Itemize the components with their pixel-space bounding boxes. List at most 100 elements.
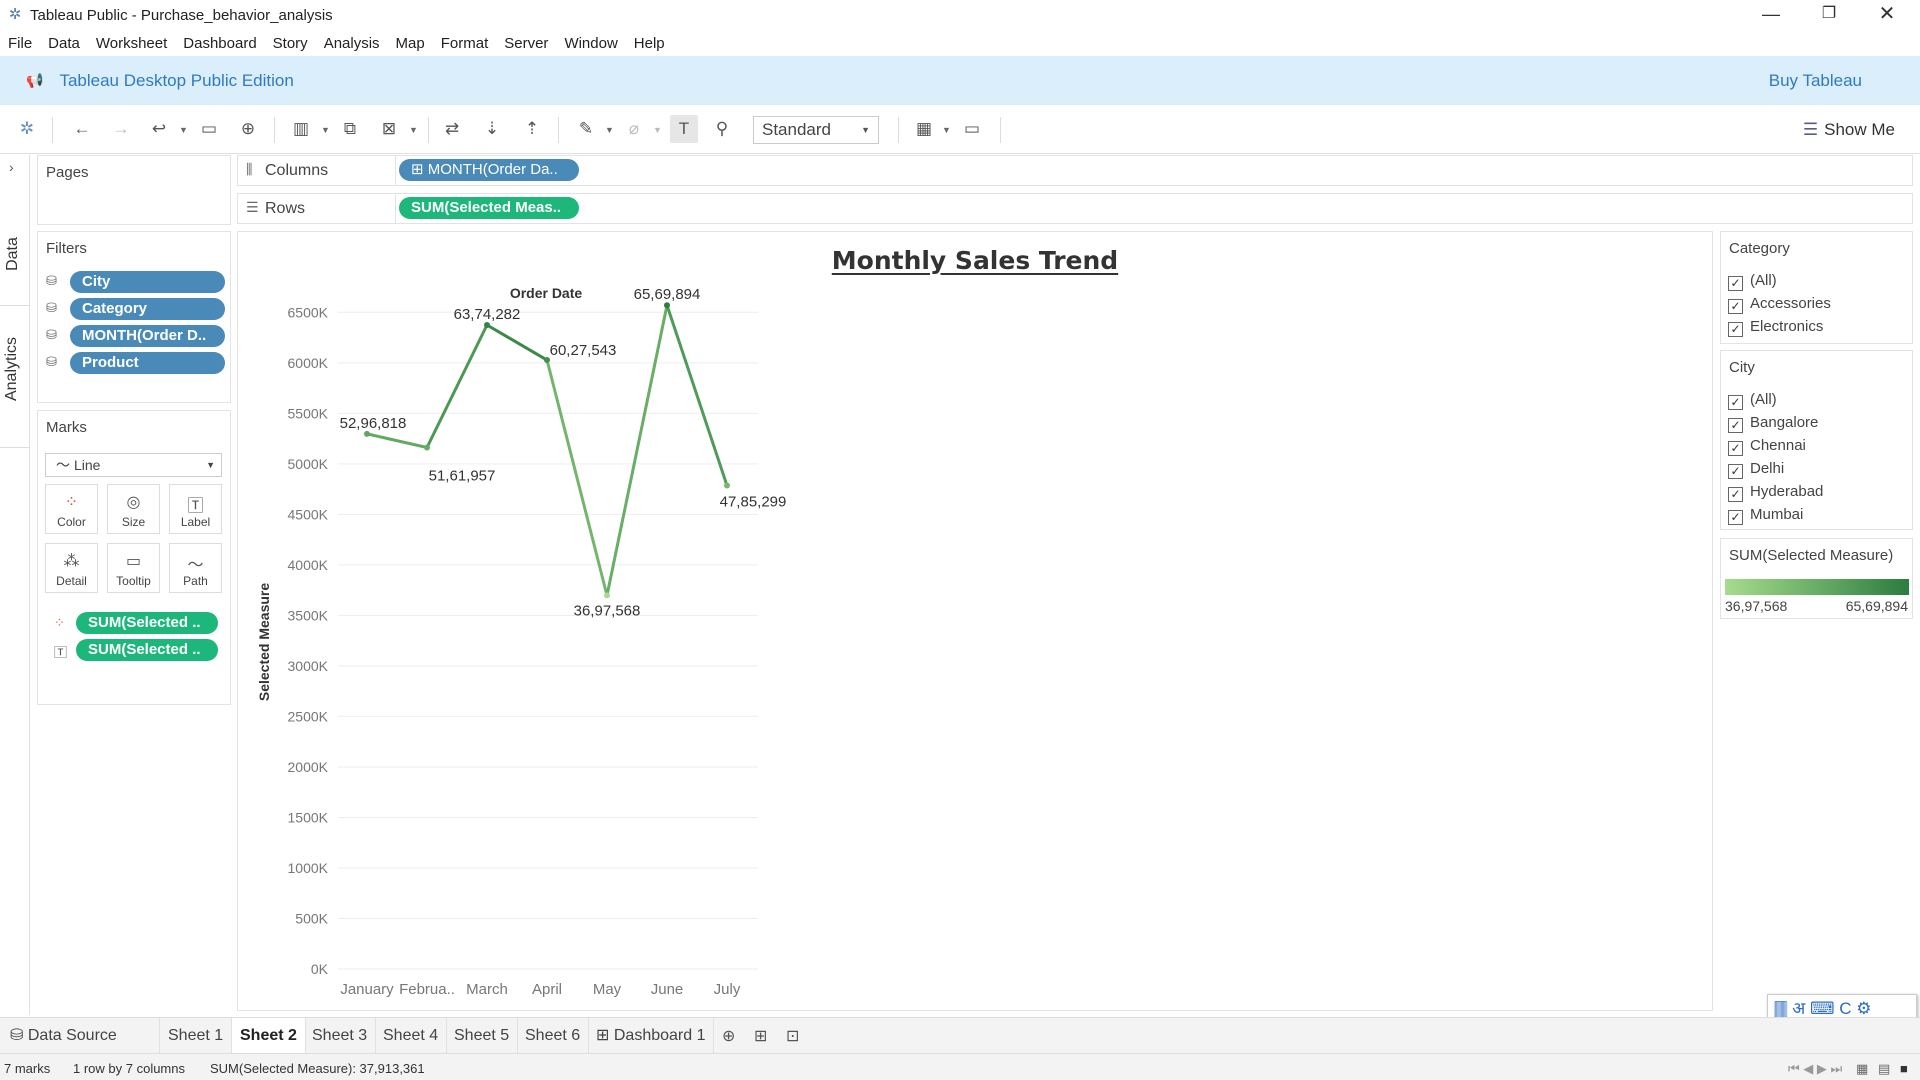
marks-pill-label[interactable]: SUM(Selected .. (76, 639, 218, 661)
data-point[interactable] (724, 482, 730, 489)
undo-icon[interactable]: ← (68, 115, 96, 143)
viz-area[interactable]: Monthly Sales Trend 0K 500K 1000K 1500K 2000… (237, 231, 1713, 1011)
tab-sheet-4[interactable]: Sheet 4 (375, 1018, 448, 1054)
data-label: 51,61,957 (429, 467, 496, 484)
redo-icon[interactable]: → (107, 115, 135, 143)
columns-pill[interactable]: ⊞ MONTH(Order Da.. (399, 159, 579, 181)
sheet-nav-icons[interactable]: ⏮ ◀ ▶ ⏭ (1788, 1061, 1842, 1077)
group-members-icon[interactable]: ⌀ (620, 115, 648, 143)
path-button[interactable]: 〜 Path (169, 543, 222, 593)
city-option-all[interactable]: ✓ (All) (1728, 390, 1777, 410)
line-chart[interactable]: 0K 500K 1000K 1500K 2000K 2500K 3000K 3500K 4000… (238, 232, 1714, 1012)
show-cards-dropdown-icon[interactable]: ▼ (942, 117, 951, 143)
show-me-button[interactable]: ☰ Show Me (1803, 116, 1895, 144)
city-option-chennai[interactable]: ✓ Chennai (1728, 436, 1806, 456)
minimize-icon[interactable]: — (1742, 0, 1800, 30)
tab-sheet-2[interactable]: Sheet 2 (232, 1018, 306, 1054)
city-option-hyderabad[interactable]: ✓ Hyderabad (1728, 482, 1823, 502)
line-segment[interactable] (425, 323, 489, 449)
new-worksheet-dropdown-icon[interactable]: ▼ (321, 117, 330, 143)
duplicate-sheet-icon[interactable]: ⧉ (336, 115, 364, 143)
sort-ascending-icon[interactable]: ⇣ (478, 115, 506, 143)
tab-sheet-5[interactable]: Sheet 5 (446, 1018, 519, 1054)
label-button[interactable]: 🅃 Label (169, 484, 222, 534)
city-option-mumbai[interactable]: ✓ Mumbai (1728, 505, 1803, 525)
filter-pill-product[interactable]: Product (70, 352, 225, 374)
new-worksheet-icon[interactable]: ⊕ (722, 1026, 735, 1046)
menu-map[interactable]: Map (396, 35, 425, 52)
expand-pane-icon[interactable]: › (9, 159, 14, 175)
new-worksheet-icon[interactable]: ▥ (287, 115, 315, 143)
city-option-delhi[interactable]: ✓ Delhi (1728, 459, 1784, 479)
sheet-sorter-icon[interactable]: ▦ (1856, 1061, 1868, 1077)
buy-tableau-link[interactable]: Buy Tableau (1769, 71, 1862, 91)
group-dropdown-icon[interactable]: ▼ (653, 117, 662, 143)
menu-file[interactable]: File (8, 35, 32, 52)
tooltip-button[interactable]: ▭ Tooltip (107, 543, 160, 593)
filter-pill-category[interactable]: Category (70, 298, 225, 320)
city-option-bangalore[interactable]: ✓ Bangalore (1728, 413, 1818, 433)
tab-sheet-3[interactable]: Sheet 3 (304, 1018, 377, 1054)
status-dimensions: 1 row by 7 columns (73, 1061, 185, 1076)
size-button[interactable]: ◎ Size (107, 484, 160, 534)
show-cards-icon[interactable]: ▦ (910, 115, 938, 143)
menu-data[interactable]: Data (48, 35, 80, 52)
line-segment[interactable] (485, 323, 549, 362)
tableau-start-icon[interactable]: ✲ (13, 115, 41, 143)
menu-format[interactable]: Format (441, 35, 489, 52)
line-segment[interactable] (365, 432, 429, 449)
category-option-all[interactable]: ✓ (All) (1728, 271, 1777, 291)
tab-analytics[interactable]: Analytics (0, 335, 30, 405)
menu-story[interactable]: Story (273, 35, 308, 52)
category-option-electronics[interactable]: ✓ Electronics (1728, 317, 1823, 337)
fit-dropdown[interactable]: Standard ▼ (753, 116, 879, 144)
tab-data[interactable]: Data (0, 235, 30, 275)
restore-icon[interactable]: ❐ (1800, 0, 1858, 30)
marks-pill-color[interactable]: SUM(Selected .. (76, 612, 218, 634)
rows-pill[interactable]: SUM(Selected Meas.. (399, 197, 579, 219)
clear-sheet-dropdown-icon[interactable]: ▼ (409, 117, 418, 143)
fix-axes-icon[interactable]: ⚲ (708, 115, 736, 143)
close-icon[interactable]: ✕ (1858, 0, 1916, 30)
new-data-source-icon[interactable]: ⊕ (234, 115, 262, 143)
menu-window[interactable]: Window (564, 35, 617, 52)
color-button[interactable]: ⁘ Color (45, 484, 98, 534)
highlight-dropdown-icon[interactable]: ▼ (605, 117, 614, 143)
menu-analysis[interactable]: Analysis (324, 35, 380, 52)
new-dashboard-icon[interactable]: ⊞ (754, 1026, 767, 1046)
color-legend-card[interactable]: SUM(Selected Measure) 36,97,568 65,69,89… (1720, 538, 1913, 619)
swap-rows-columns-icon[interactable]: ⇄ (438, 115, 466, 143)
sort-descending-icon[interactable]: ⇡ (518, 115, 546, 143)
category-option-accessories[interactable]: ✓ Accessories (1728, 294, 1831, 314)
columns-shelf[interactable]: ⫼ Columns ⊞ MONTH(Order Da.. (237, 155, 1913, 186)
menu-dashboard[interactable]: Dashboard (183, 35, 256, 52)
menu-worksheet[interactable]: Worksheet (96, 35, 167, 52)
replay-icon[interactable]: ↩ (145, 115, 173, 143)
tab-dashboard-1[interactable]: ⊞ Dashboard 1 (588, 1018, 715, 1054)
data-point[interactable] (424, 444, 430, 451)
menu-help[interactable]: Help (634, 35, 665, 52)
filter-pill-city[interactable]: City (70, 271, 225, 293)
mark-type-dropdown[interactable]: 〜 Line ▼ (45, 453, 222, 477)
tab-sheet-1[interactable]: Sheet 1 (160, 1018, 233, 1054)
tabs-view-icon[interactable]: ■ (1900, 1061, 1908, 1076)
clear-sheet-icon[interactable]: ⊠ (375, 115, 403, 143)
menu-server[interactable]: Server (504, 35, 548, 52)
line-segment[interactable] (665, 303, 729, 488)
filter-pill-month[interactable]: MONTH(Order D.. (70, 325, 225, 347)
status-bar: 7 marks 1 row by 7 columns SUM(Selected … (0, 1053, 1920, 1080)
tab-data-source[interactable]: ⛁ Data Source (0, 1018, 160, 1054)
detail-button[interactable]: ⁂ Detail (45, 543, 98, 593)
replay-dropdown-icon[interactable]: ▼ (179, 117, 188, 143)
tab-sheet-6[interactable]: Sheet 6 (517, 1018, 590, 1054)
pages-card[interactable]: Pages (37, 155, 231, 225)
save-icon[interactable]: ▭ (195, 115, 223, 143)
line-segment[interactable] (545, 358, 609, 597)
data-point[interactable] (604, 592, 610, 599)
highlight-icon[interactable]: ✎ (572, 115, 600, 143)
filmstrip-icon[interactable]: ▤ (1878, 1061, 1890, 1077)
new-story-icon[interactable]: ⊡ (786, 1026, 799, 1046)
show-mark-labels-icon[interactable]: T (670, 115, 698, 143)
presentation-mode-icon[interactable]: ▭ (958, 115, 986, 143)
rows-shelf[interactable]: ☰ Rows SUM(Selected Meas.. (237, 193, 1913, 224)
